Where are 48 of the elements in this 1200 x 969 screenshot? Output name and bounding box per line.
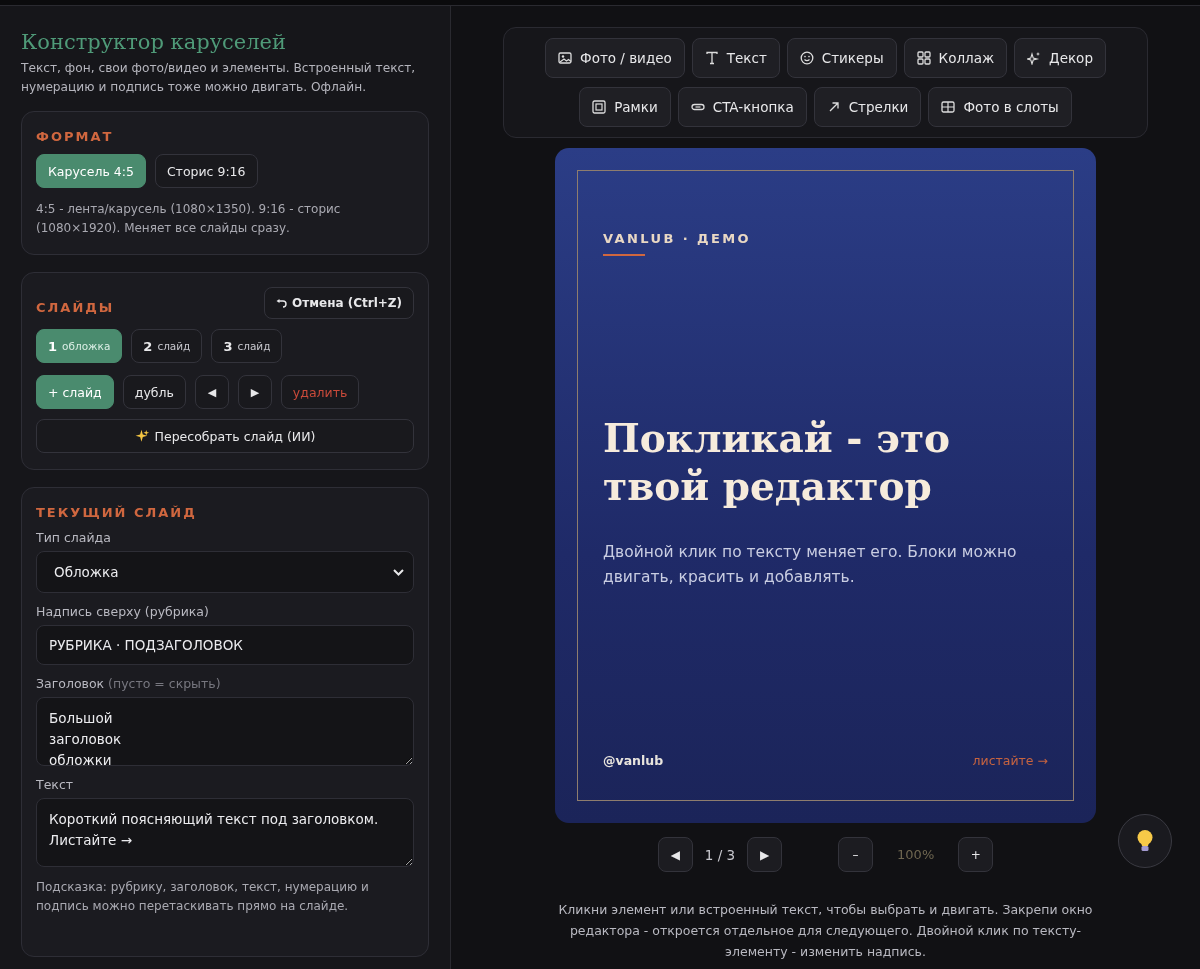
format-option[interactable]: Карусель 4:5 bbox=[36, 154, 146, 188]
zoom-out-button[interactable]: – bbox=[838, 837, 874, 872]
delete-button[interactable]: удалить bbox=[280, 375, 360, 409]
slide-type-select[interactable]: Обложка bbox=[36, 551, 414, 593]
duplicate-button[interactable]: дубль bbox=[122, 375, 186, 409]
zoom-level: 100% bbox=[897, 847, 935, 862]
move-button[interactable]: ▶ bbox=[237, 375, 272, 409]
slide-tab[interactable]: 1 обложка bbox=[36, 329, 123, 363]
move-button[interactable]: ◀ bbox=[194, 375, 229, 409]
next-slide-button[interactable]: ▶ bbox=[747, 837, 783, 872]
undo-button[interactable]: Отмена (Ctrl+Z) bbox=[264, 287, 414, 319]
slide-rubric[interactable]: VANLUB · ДЕМО bbox=[603, 231, 752, 246]
text-area[interactable]: Большой заголовок обложки bbox=[36, 697, 414, 766]
text-area[interactable]: Короткий поясняющий текст под заголовком. Листайте → bbox=[36, 798, 414, 867]
toolbar-button[interactable]: Фото / видео bbox=[545, 38, 685, 78]
toolbar-button[interactable]: Рамки bbox=[579, 87, 671, 127]
slide-counter: 1 / 3 bbox=[704, 846, 736, 863]
slide-body[interactable]: Двойной клик по тексту меняет его. Блоки можно двигать, красить и добавлять. bbox=[603, 540, 1048, 590]
slide-title[interactable]: Покликай - это твой редактор bbox=[603, 414, 1048, 510]
zoom-in-button[interactable]: + bbox=[958, 837, 994, 872]
toolbar-button[interactable]: Фото в слоты bbox=[928, 87, 1072, 127]
slide-tab[interactable]: 2 слайд bbox=[131, 329, 203, 363]
slide-handle[interactable]: @vanlub bbox=[603, 753, 664, 768]
help-text: Кликни элемент или встроенный текст, чтобы выбрать и двигать. Закрепи окно редактора - откроется отдельное для следующего. Двойной клик по тексту-элементу - изменить надпись. bbox=[557, 901, 1094, 961]
rebuild-button[interactable]: Пересобрать слайд (ИИ) bbox=[36, 419, 414, 453]
tip-text: Подсказка: рубрику, заголовок, текст, нумерацию и подпись можно перетаскивать прямо на слайде. bbox=[36, 879, 370, 915]
slide-tab[interactable]: 3 слайд bbox=[211, 329, 283, 363]
section-heading: СЛАЙДЫ bbox=[36, 299, 115, 315]
format-note: 4:5 - лента/карусель (1080×1350). 9:16 - сторис (1080×1920). Меняет все слайды сразу. bbox=[36, 201, 342, 237]
toolbar-button[interactable]: CTA-кнопка bbox=[677, 87, 807, 127]
field-label: Надпись сверху (рубрика) bbox=[36, 604, 210, 619]
toolbar-button[interactable]: Коллаж bbox=[903, 38, 1008, 78]
app-title: Конструктор каруселей bbox=[21, 30, 287, 54]
toolbar-button[interactable]: Декор bbox=[1014, 38, 1106, 78]
previous-slide-button[interactable]: ◀ bbox=[657, 837, 693, 872]
toolbar-button[interactable]: Стрелки bbox=[813, 87, 922, 127]
field-label: Текст bbox=[36, 777, 75, 792]
slide-swipe-hint[interactable]: листайте → bbox=[972, 753, 1048, 768]
field-label: Тип слайда bbox=[36, 530, 112, 545]
section-heading: ФОРМАТ bbox=[36, 129, 115, 144]
field-label: Заголовок (пусто = скрыть) bbox=[36, 676, 222, 691]
add-slide-button[interactable]: + слайд bbox=[36, 375, 114, 409]
format-option[interactable]: Сторис 9:16 bbox=[154, 154, 258, 188]
app-subtitle: Текст, фон, свои фото/видео и элементы. Встроенный текст, нумерацию и подпись тоже можно двигать. Офлайн. bbox=[21, 60, 417, 96]
section-heading: ТЕКУЩИЙ СЛАЙД bbox=[36, 505, 198, 520]
toolbar-button[interactable]: Стикеры bbox=[786, 38, 897, 78]
toolbar-button[interactable]: Текст bbox=[691, 38, 780, 78]
text-input[interactable]: РУБРИКА · ПОДЗАГОЛОВОК bbox=[36, 625, 414, 665]
